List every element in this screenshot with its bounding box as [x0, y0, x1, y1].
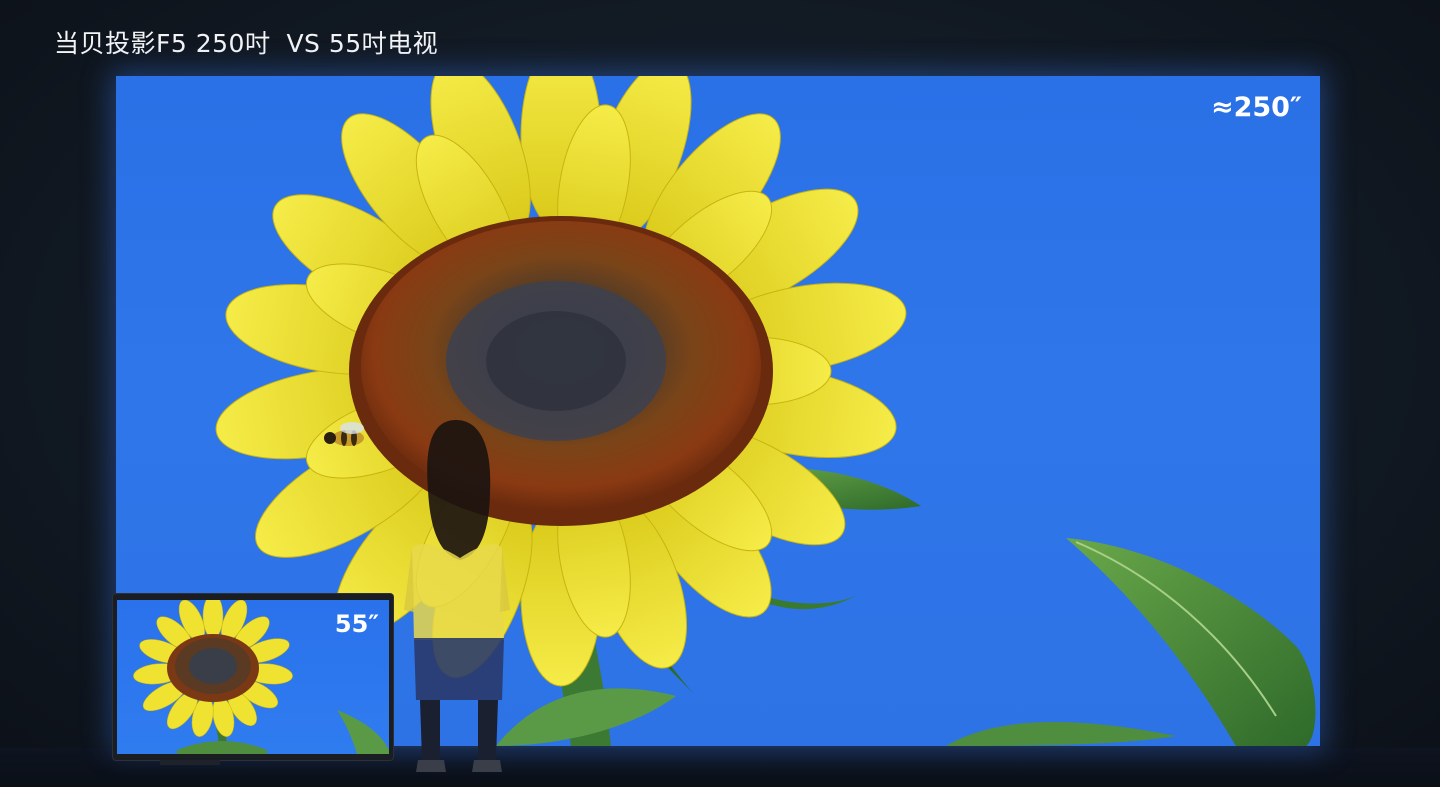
tv-stand — [160, 760, 220, 765]
tv-screen: 55″ — [117, 600, 389, 754]
projection-size-label: ≈250″ — [1210, 92, 1302, 123]
headline-comparison: VS 55吋电视 — [286, 29, 439, 58]
tv-55-inch: 55″ — [113, 594, 393, 760]
leaf — [1066, 538, 1316, 746]
tv-size-label: 55″ — [334, 610, 379, 638]
leaf — [946, 722, 1176, 746]
headline-brand: 当贝投影F5 250吋 — [54, 29, 271, 58]
page-title: 当贝投影F5 250吋 VS 55吋电视 — [54, 24, 438, 60]
